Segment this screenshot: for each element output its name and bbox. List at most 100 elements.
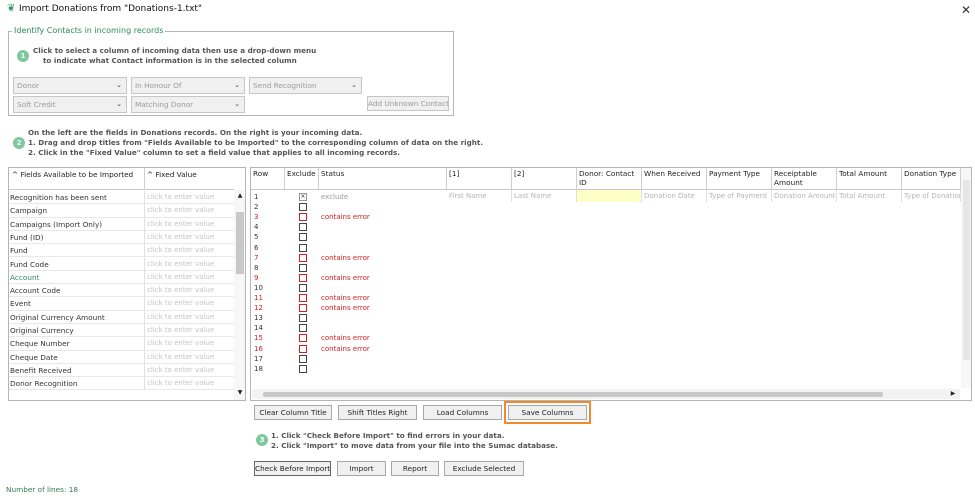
mapped-field-cell[interactable]: Last Name: [512, 190, 577, 202]
fields-vertical-scrollbar[interactable]: ▲ ▼: [234, 190, 245, 400]
field-row[interactable]: Benefit Received click to enter value: [9, 363, 234, 378]
field-name[interactable]: Fund: [9, 244, 143, 257]
table-row[interactable]: 9 contains error: [251, 273, 447, 283]
fixed-value-cell[interactable]: click to enter value: [144, 297, 234, 311]
field-name[interactable]: Cheque Number: [9, 337, 143, 350]
fixed-value-cell[interactable]: click to enter value: [144, 337, 234, 351]
soft-credit-dropdown[interactable]: Soft Credit ⌄: [13, 96, 127, 113]
scroll-down-icon[interactable]: ▼: [235, 387, 245, 399]
fixed-value-cell[interactable]: click to enter value: [144, 244, 234, 258]
grid-column-header[interactable]: [2]: [512, 168, 577, 190]
grid-column-header[interactable]: Donation Type: [902, 168, 961, 190]
field-name[interactable]: Original Currency: [9, 324, 143, 337]
table-row[interactable]: 1 × exclude: [251, 192, 447, 202]
fixed-value-cell[interactable]: click to enter value: [144, 230, 234, 244]
field-row[interactable]: Cheque Date click to enter value: [9, 350, 234, 364]
exclude-checkbox[interactable]: [299, 354, 307, 363]
field-row[interactable]: Account Code click to enter value: [9, 284, 234, 298]
exclude-checkbox[interactable]: [299, 304, 307, 313]
matching-donor-dropdown[interactable]: Matching Donor ⌄: [131, 96, 245, 113]
grid-vertical-scroll-track[interactable]: [963, 180, 970, 360]
grid-column-header[interactable]: When Received: [642, 168, 707, 190]
grid-column-header[interactable]: Total Amount: [837, 168, 902, 190]
save-columns-button[interactable]: Save Columns: [508, 405, 587, 420]
exclude-checkbox[interactable]: ×: [299, 193, 307, 201]
exclude-checkbox[interactable]: [299, 253, 307, 262]
table-row[interactable]: 11 contains error: [251, 293, 447, 303]
fixed-value-cell[interactable]: click to enter value: [144, 257, 234, 271]
shift-titles-right-button[interactable]: Shift Titles Right: [338, 405, 417, 420]
close-icon[interactable]: ✕: [958, 2, 974, 18]
exclude-checkbox[interactable]: [299, 334, 307, 343]
field-row[interactable]: Account click to enter value: [9, 270, 234, 285]
add-unknown-contact-button[interactable]: Add Unknown Contact: [367, 96, 449, 111]
field-name[interactable]: Account: [9, 271, 143, 284]
mapped-field-cell[interactable]: [577, 190, 642, 202]
table-row[interactable]: 7 contains error: [251, 253, 447, 263]
grid-column-header[interactable]: Exclude: [285, 168, 319, 190]
grid-vertical-scrollbar[interactable]: [961, 168, 971, 388]
load-columns-button[interactable]: Load Columns: [423, 405, 502, 420]
field-row[interactable]: Original Currency Amount click to enter v…: [9, 310, 234, 324]
exclude-checkbox[interactable]: [299, 294, 307, 302]
report-button[interactable]: Report: [391, 461, 439, 476]
fixed-value-cell[interactable]: click to enter value: [144, 191, 234, 204]
mapped-field-cell[interactable]: Total Amount: [837, 190, 902, 202]
field-name[interactable]: Fund (ID): [9, 231, 143, 244]
table-row[interactable]: 6: [251, 243, 447, 253]
field-name[interactable]: Original Currency Amount: [9, 311, 143, 324]
field-row[interactable]: Cheque Number click to enter value: [9, 337, 234, 351]
fields-available-header[interactable]: ^ Fields Available to be Imported: [9, 168, 144, 190]
exclude-checkbox[interactable]: [299, 223, 307, 232]
mapped-field-cell[interactable]: Type of Donation: [902, 190, 961, 202]
table-row[interactable]: 15 contains error: [251, 333, 447, 343]
table-row[interactable]: 8: [251, 263, 447, 273]
exclude-checkbox[interactable]: [299, 263, 307, 272]
exclude-checkbox[interactable]: [299, 243, 307, 252]
field-name[interactable]: Account Code: [9, 284, 143, 297]
table-row[interactable]: 5: [251, 232, 447, 242]
field-row[interactable]: Fund click to enter value: [9, 244, 234, 258]
mapped-field-cell[interactable]: Donation Date: [642, 190, 707, 202]
exclude-checkbox[interactable]: [299, 233, 307, 242]
table-row[interactable]: 18: [251, 364, 447, 374]
in-honour-of-dropdown[interactable]: In Honour Of ⌄: [131, 77, 245, 94]
fixed-value-cell[interactable]: click to enter value: [144, 217, 234, 231]
exclude-checkbox[interactable]: [299, 344, 307, 353]
field-row[interactable]: Event click to enter value: [9, 297, 234, 311]
table-row[interactable]: 2: [251, 202, 447, 212]
fixed-value-cell[interactable]: click to enter value: [144, 363, 234, 377]
clear-column-title-button[interactable]: Clear Column Title: [254, 405, 332, 420]
check-before-import-button[interactable]: Check Before Import: [254, 461, 331, 476]
exclude-selected-button[interactable]: Exclude Selected: [444, 461, 524, 476]
grid-scroll-thumb[interactable]: [263, 392, 883, 397]
table-row[interactable]: 3 contains error: [251, 212, 447, 222]
table-row[interactable]: 13: [251, 313, 447, 323]
field-row[interactable]: Campaign click to enter value: [9, 204, 234, 218]
exclude-checkbox[interactable]: [299, 324, 307, 333]
field-row[interactable]: Original Currency click to enter value: [9, 324, 234, 338]
fixed-value-cell[interactable]: click to enter value: [144, 377, 234, 391]
field-row[interactable]: Recognition has been sent click to enter …: [9, 191, 234, 205]
field-row[interactable]: Donor Recognition click to enter value: [9, 377, 234, 391]
table-row[interactable]: 10: [251, 283, 447, 293]
import-button[interactable]: Import: [337, 461, 386, 476]
fixed-value-cell[interactable]: click to enter value: [144, 310, 234, 324]
field-name[interactable]: Cheque Date: [9, 351, 143, 364]
field-row[interactable]: Fund (ID) click to enter value: [9, 230, 234, 245]
grid-column-header[interactable]: Row: [251, 168, 285, 190]
table-row[interactable]: 14: [251, 323, 447, 333]
table-row[interactable]: 16 contains error: [251, 344, 447, 354]
exclude-checkbox[interactable]: [299, 314, 307, 323]
grid-column-header[interactable]: [1]: [447, 168, 512, 190]
fixed-value-cell[interactable]: click to enter value: [144, 284, 234, 298]
scroll-right-icon[interactable]: ▶: [948, 389, 958, 399]
field-row[interactable]: Campaigns (Import Only) click to enter va…: [9, 217, 234, 231]
field-name[interactable]: Campaign: [9, 204, 143, 217]
fields-scroll-thumb[interactable]: [236, 212, 244, 274]
mapped-field-cell[interactable]: Donation Amount: [772, 190, 837, 202]
exclude-checkbox[interactable]: [299, 203, 307, 212]
fixed-value-cell[interactable]: click to enter value: [144, 350, 234, 364]
fixed-value-cell[interactable]: click to enter value: [144, 204, 234, 218]
mapped-field-cell[interactable]: First Name: [447, 190, 512, 202]
